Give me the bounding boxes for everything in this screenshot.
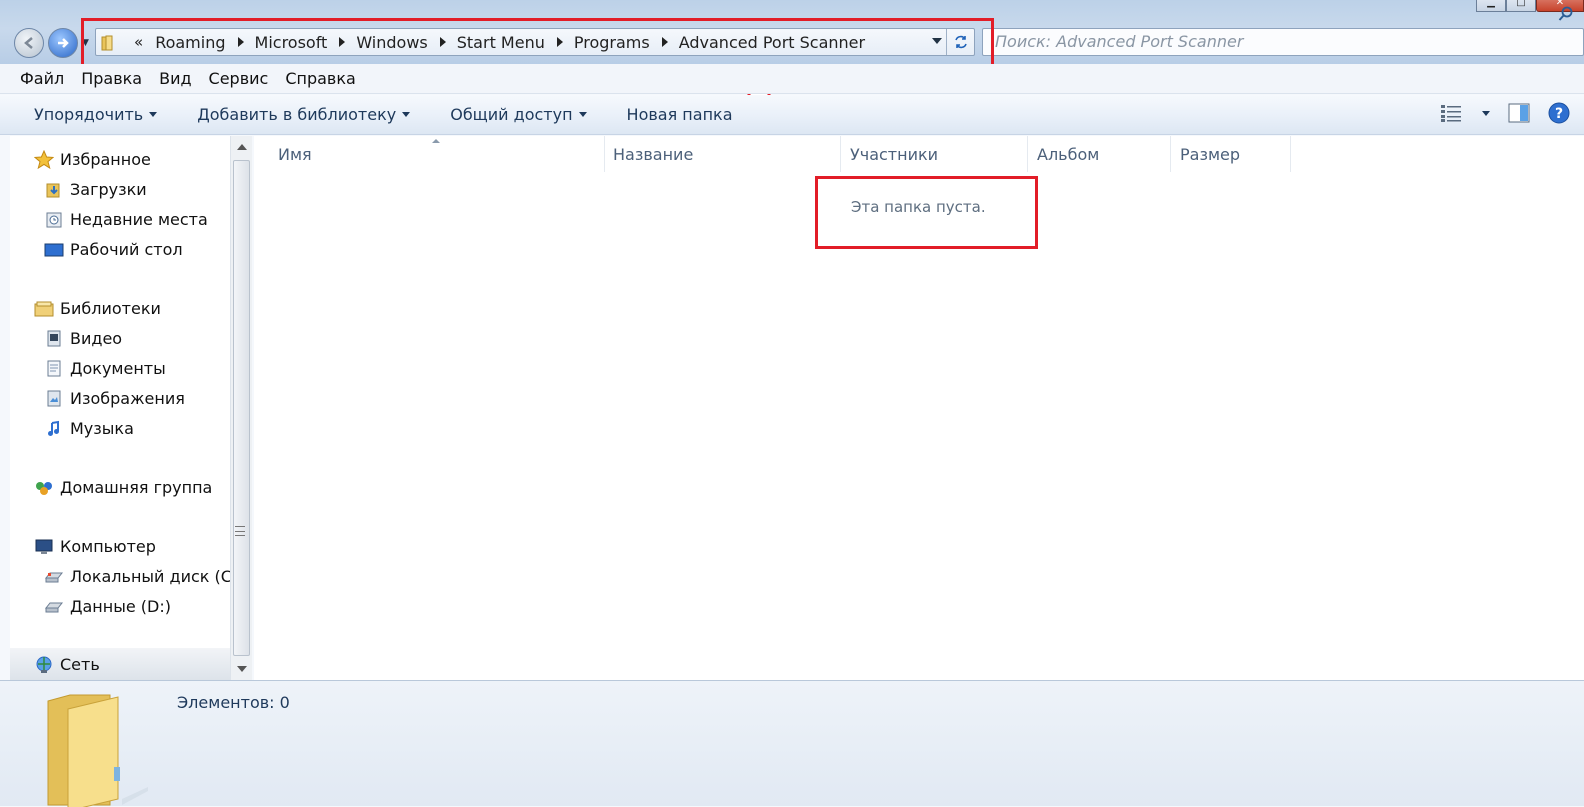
toolbar-right: ? xyxy=(1440,102,1570,124)
menu-tools[interactable]: Сервис xyxy=(209,69,269,88)
menu-file[interactable]: Файл xyxy=(20,69,64,88)
column-header-size[interactable]: Размер xyxy=(1170,136,1291,172)
column-header-album[interactable]: Альбом xyxy=(1027,136,1171,172)
sidebar-item-label: Данные (D:) xyxy=(70,597,171,616)
system-drive-icon xyxy=(44,568,64,586)
empty-message-highlight-frame xyxy=(815,176,1038,249)
sidebar-item-label: Компьютер xyxy=(60,537,156,556)
navigation-pane: Избранное Загрузки Недавние места Рабочи… xyxy=(10,136,244,680)
svg-text:?: ? xyxy=(1555,106,1563,122)
network-icon xyxy=(34,656,54,674)
sidebar-item-music[interactable]: Музыка xyxy=(44,419,134,438)
menu-bar: Файл Правка Вид Сервис Справка xyxy=(0,64,1584,94)
add-to-library-label: Добавить в библиотеку xyxy=(197,105,397,124)
sidebar-item-label: Изображения xyxy=(70,389,185,408)
menu-view[interactable]: Вид xyxy=(159,69,191,88)
back-button[interactable] xyxy=(14,28,44,58)
sidebar-item-label: Документы xyxy=(70,359,166,378)
chevron-down-icon xyxy=(1482,110,1490,116)
sidebar-item-label: Рабочий стол xyxy=(70,240,183,259)
sidebar-item-desktop[interactable]: Рабочий стол xyxy=(44,240,183,259)
sidebar-item-label: Локальный диск (C:) xyxy=(70,567,244,586)
music-library-icon xyxy=(44,420,64,438)
arrow-right-icon xyxy=(58,38,69,48)
view-list-icon xyxy=(1441,105,1461,122)
arrow-left-icon xyxy=(24,37,33,49)
documents-library-icon xyxy=(44,360,64,378)
menu-edit[interactable]: Правка xyxy=(81,69,142,88)
forward-button[interactable] xyxy=(48,28,78,58)
sidebar-item-label: Библиотеки xyxy=(60,299,161,318)
preview-pane-icon[interactable] xyxy=(1508,103,1530,123)
downloads-folder-icon xyxy=(44,181,64,199)
scroll-up-arrow[interactable] xyxy=(237,144,247,150)
search-input[interactable]: Поиск: Advanced Port Scanner xyxy=(982,28,1584,56)
scroll-down-arrow[interactable] xyxy=(237,666,247,672)
sidebar-item-label: Избранное xyxy=(60,150,151,169)
computer-icon xyxy=(34,538,54,556)
item-count: Элементов: 0 xyxy=(177,693,290,712)
sidebar-item-label: Домашняя группа xyxy=(60,478,213,497)
video-library-icon xyxy=(44,330,64,348)
desktop-icon xyxy=(44,241,64,259)
add-to-library-button[interactable]: Добавить в библиотеку xyxy=(197,105,411,124)
organize-label: Упорядочить xyxy=(34,105,144,124)
menu-help[interactable]: Справка xyxy=(285,69,356,88)
chevron-down-icon xyxy=(578,112,587,117)
scrollbar-grip-icon xyxy=(235,526,245,536)
libraries-icon xyxy=(34,300,54,318)
details-pane: Элементов: 0 xyxy=(0,680,1584,807)
sidebar-item-network[interactable]: Сеть xyxy=(34,655,100,674)
new-folder-label: Новая папка xyxy=(626,105,733,124)
command-toolbar: Упорядочить Добавить в библиотеку Общий … xyxy=(0,95,1584,135)
maximize-icon: □ xyxy=(1516,0,1526,8)
sidebar-item-homegroup[interactable]: Домашняя группа xyxy=(34,478,212,497)
drive-icon xyxy=(44,598,64,616)
sidebar-item-label: Сеть xyxy=(60,655,100,674)
homegroup-icon xyxy=(34,479,54,497)
sidebar-item-computer[interactable]: Компьютер xyxy=(34,537,156,556)
pictures-library-icon xyxy=(44,390,64,408)
sidebar-scrollbar[interactable] xyxy=(230,136,252,680)
sidebar-item-label: Недавние места xyxy=(70,210,208,229)
sidebar-item-video[interactable]: Видео xyxy=(44,329,122,348)
recent-places-icon xyxy=(44,211,64,229)
column-header-name[interactable]: Имя xyxy=(268,136,605,172)
sidebar-item-libraries[interactable]: Библиотеки xyxy=(34,299,161,318)
change-view-button[interactable] xyxy=(1440,103,1490,123)
sidebar-item-label: Видео xyxy=(70,329,123,348)
sidebar-item-favorites[interactable]: Избранное xyxy=(34,149,151,169)
chevron-down-icon xyxy=(402,112,411,117)
sidebar-item-recent-places[interactable]: Недавние места xyxy=(44,210,208,229)
sidebar-item-data-disk[interactable]: Данные (D:) xyxy=(44,597,171,616)
minimize-button[interactable]: ▁ xyxy=(1476,0,1506,12)
organize-button[interactable]: Упорядочить xyxy=(34,105,158,124)
scrollbar-thumb[interactable] xyxy=(233,160,250,656)
minimize-icon: ▁ xyxy=(1487,0,1495,8)
maximize-button[interactable]: □ xyxy=(1506,0,1536,12)
column-header-contributors[interactable]: Участники xyxy=(840,136,1028,172)
sidebar-item-documents[interactable]: Документы xyxy=(44,359,166,378)
sidebar-item-downloads[interactable]: Загрузки xyxy=(44,180,147,199)
search-icon[interactable] xyxy=(1558,6,1574,22)
sidebar-item-images[interactable]: Изображения xyxy=(44,389,185,408)
new-folder-button[interactable]: Новая папка xyxy=(627,105,733,124)
column-header-title[interactable]: Название xyxy=(603,136,841,172)
chevron-down-icon xyxy=(149,112,158,117)
share-button[interactable]: Общий доступ xyxy=(450,105,587,124)
sidebar-item-local-disk[interactable]: Локальный диск (C:) xyxy=(44,567,244,586)
sidebar-item-label: Музыка xyxy=(70,419,134,438)
share-label: Общий доступ xyxy=(450,105,573,124)
star-icon xyxy=(34,149,54,169)
sidebar-item-label: Загрузки xyxy=(70,180,147,199)
help-icon[interactable]: ? xyxy=(1548,102,1570,124)
folder-icon xyxy=(47,694,148,807)
